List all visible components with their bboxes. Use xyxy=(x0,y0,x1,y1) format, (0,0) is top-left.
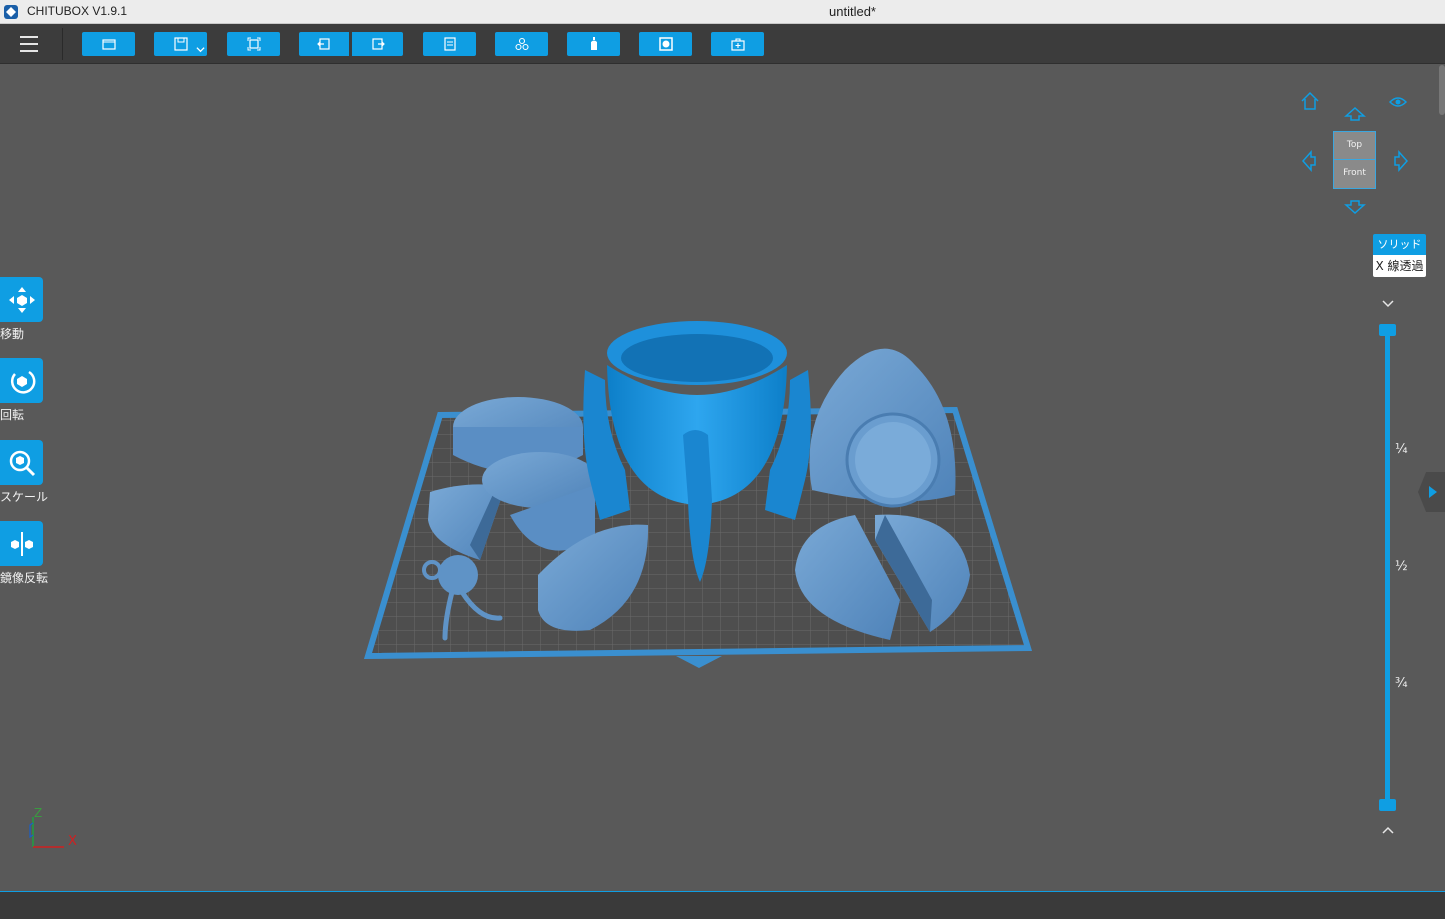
hollow-icon xyxy=(658,37,673,51)
chevron-down-icon[interactable] xyxy=(1382,300,1394,308)
slider-tick-half: ½ xyxy=(1395,559,1408,574)
tool-mirror-label: 鏡像反転 xyxy=(0,571,49,585)
open-file-button[interactable] xyxy=(82,32,135,56)
tool-move[interactable]: 移動 xyxy=(0,277,60,342)
status-bar xyxy=(0,891,1445,919)
main-toolbar xyxy=(0,24,1445,64)
screenshot-button[interactable] xyxy=(227,32,280,56)
slider-tick-quarter: ¼ xyxy=(1395,442,1408,457)
scale-icon[interactable] xyxy=(0,440,43,485)
layer-slider-bottom-handle[interactable] xyxy=(1379,799,1396,811)
layer-slider-track[interactable] xyxy=(1385,330,1390,806)
bottle-icon xyxy=(590,37,597,50)
build-plate-scene[interactable] xyxy=(360,310,1040,680)
arrow-left-icon[interactable] xyxy=(1301,150,1317,172)
axis-z-label: Z xyxy=(34,806,42,820)
support-button[interactable] xyxy=(567,32,620,56)
tool-rotate-label: 回転 xyxy=(0,408,25,422)
arrange-button[interactable] xyxy=(495,32,548,56)
arrow-down-icon[interactable] xyxy=(1344,199,1366,215)
view-cube-top[interactable]: Top xyxy=(1334,132,1375,160)
view-cube-front[interactable]: Front xyxy=(1334,160,1375,188)
axis-x-label: X xyxy=(68,834,77,849)
tool-scale[interactable]: スケール xyxy=(0,440,60,505)
rotate-icon[interactable] xyxy=(0,358,43,403)
slice-icon xyxy=(730,38,745,51)
save-icon xyxy=(173,37,188,51)
tool-rotate[interactable]: 回転 xyxy=(0,358,60,423)
tool-scale-label: スケール xyxy=(0,490,49,504)
chevron-down-icon xyxy=(196,47,205,53)
model-rocket-nose[interactable] xyxy=(809,348,956,508)
undo-icon xyxy=(317,38,330,50)
undo-button[interactable] xyxy=(299,32,349,56)
save-button[interactable] xyxy=(154,32,207,56)
slider-tick-three-quarter: ¾ xyxy=(1395,676,1408,691)
home-view-icon[interactable] xyxy=(1300,91,1320,111)
chevron-up-icon[interactable] xyxy=(1382,826,1394,834)
settings-button[interactable] xyxy=(423,32,476,56)
folder-icon xyxy=(101,39,116,50)
redo-button[interactable] xyxy=(352,32,403,56)
layer-slider: ¼ ½ ¾ xyxy=(1378,300,1418,840)
tool-move-label: 移動 xyxy=(0,327,25,341)
viewport-scrollbar[interactable] xyxy=(1439,65,1445,115)
title-bar: CHITUBOX V1.9.1 untitled* xyxy=(0,0,1445,24)
axis-indicator: Z X xyxy=(29,806,77,849)
hamburger-menu-button[interactable] xyxy=(20,36,38,52)
screenshot-icon xyxy=(247,37,260,51)
move-icon[interactable] xyxy=(0,277,43,322)
mirror-icon[interactable] xyxy=(0,521,43,566)
arrange-icon xyxy=(514,37,529,51)
solid-mode-button[interactable]: ソリッド xyxy=(1373,234,1426,255)
view-navigation-cube: Top Front xyxy=(1296,88,1416,218)
redo-icon xyxy=(371,38,385,50)
render-mode-toggle: ソリッド X 線透過 xyxy=(1373,234,1426,277)
hollow-button[interactable] xyxy=(639,32,692,56)
slice-button[interactable] xyxy=(711,32,764,56)
play-arrow-icon xyxy=(1429,486,1437,498)
tool-mirror[interactable]: 鏡像反転 xyxy=(0,521,60,586)
arrow-up-icon[interactable] xyxy=(1344,106,1366,122)
view-cube[interactable]: Top Front xyxy=(1333,131,1376,189)
eye-icon[interactable] xyxy=(1388,94,1408,110)
xray-mode-button[interactable]: X 線透過 xyxy=(1373,255,1426,277)
document-title: untitled* xyxy=(829,4,876,19)
layer-slider-top-handle[interactable] xyxy=(1379,324,1396,336)
list-icon xyxy=(443,37,456,51)
arrow-right-icon[interactable] xyxy=(1393,150,1409,172)
toolbar-divider xyxy=(62,28,63,60)
